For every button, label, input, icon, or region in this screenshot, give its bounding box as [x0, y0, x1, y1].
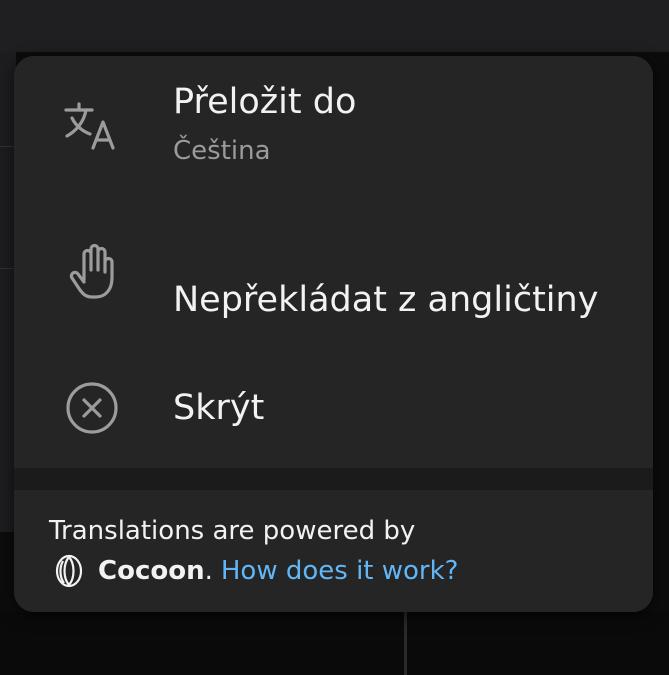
powered-by-brand-row: Cocoon. How does it work? [54, 554, 458, 588]
menu-items: Přeložit do Čeština Nepřekládat z anglič… [14, 56, 653, 468]
translation-popup-menu: Přeložit do Čeština Nepřekládat z anglič… [14, 56, 653, 612]
close-circle-icon [62, 378, 122, 438]
cocoon-logo-icon [54, 554, 84, 588]
hide-label: Skrýt [173, 388, 265, 428]
translation-footer: Translations are powered by Cocoon. How … [14, 490, 653, 612]
menu-separator [14, 468, 653, 490]
do-not-translate-label: Nepřekládat z angličtiny [173, 280, 599, 320]
translate-to-item[interactable]: Přeložit do Čeština [14, 56, 653, 196]
do-not-translate-item[interactable]: Nepřekládat z angličtiny [14, 224, 653, 334]
powered-by-text: Translations are powered by [49, 516, 416, 546]
hide-item[interactable]: Skrýt [14, 356, 653, 460]
translate-icon [62, 98, 122, 158]
background-header [0, 0, 669, 52]
hand-icon [62, 240, 122, 300]
background-bottom [0, 612, 669, 675]
translate-to-label: Přeložit do [173, 82, 357, 122]
how-does-it-work-link[interactable]: How does it work? [221, 556, 459, 586]
cocoon-brand: Cocoon [98, 556, 205, 586]
background-right-strip [653, 52, 669, 675]
brand-separator: . [204, 556, 213, 586]
target-language-label: Čeština [173, 136, 271, 166]
